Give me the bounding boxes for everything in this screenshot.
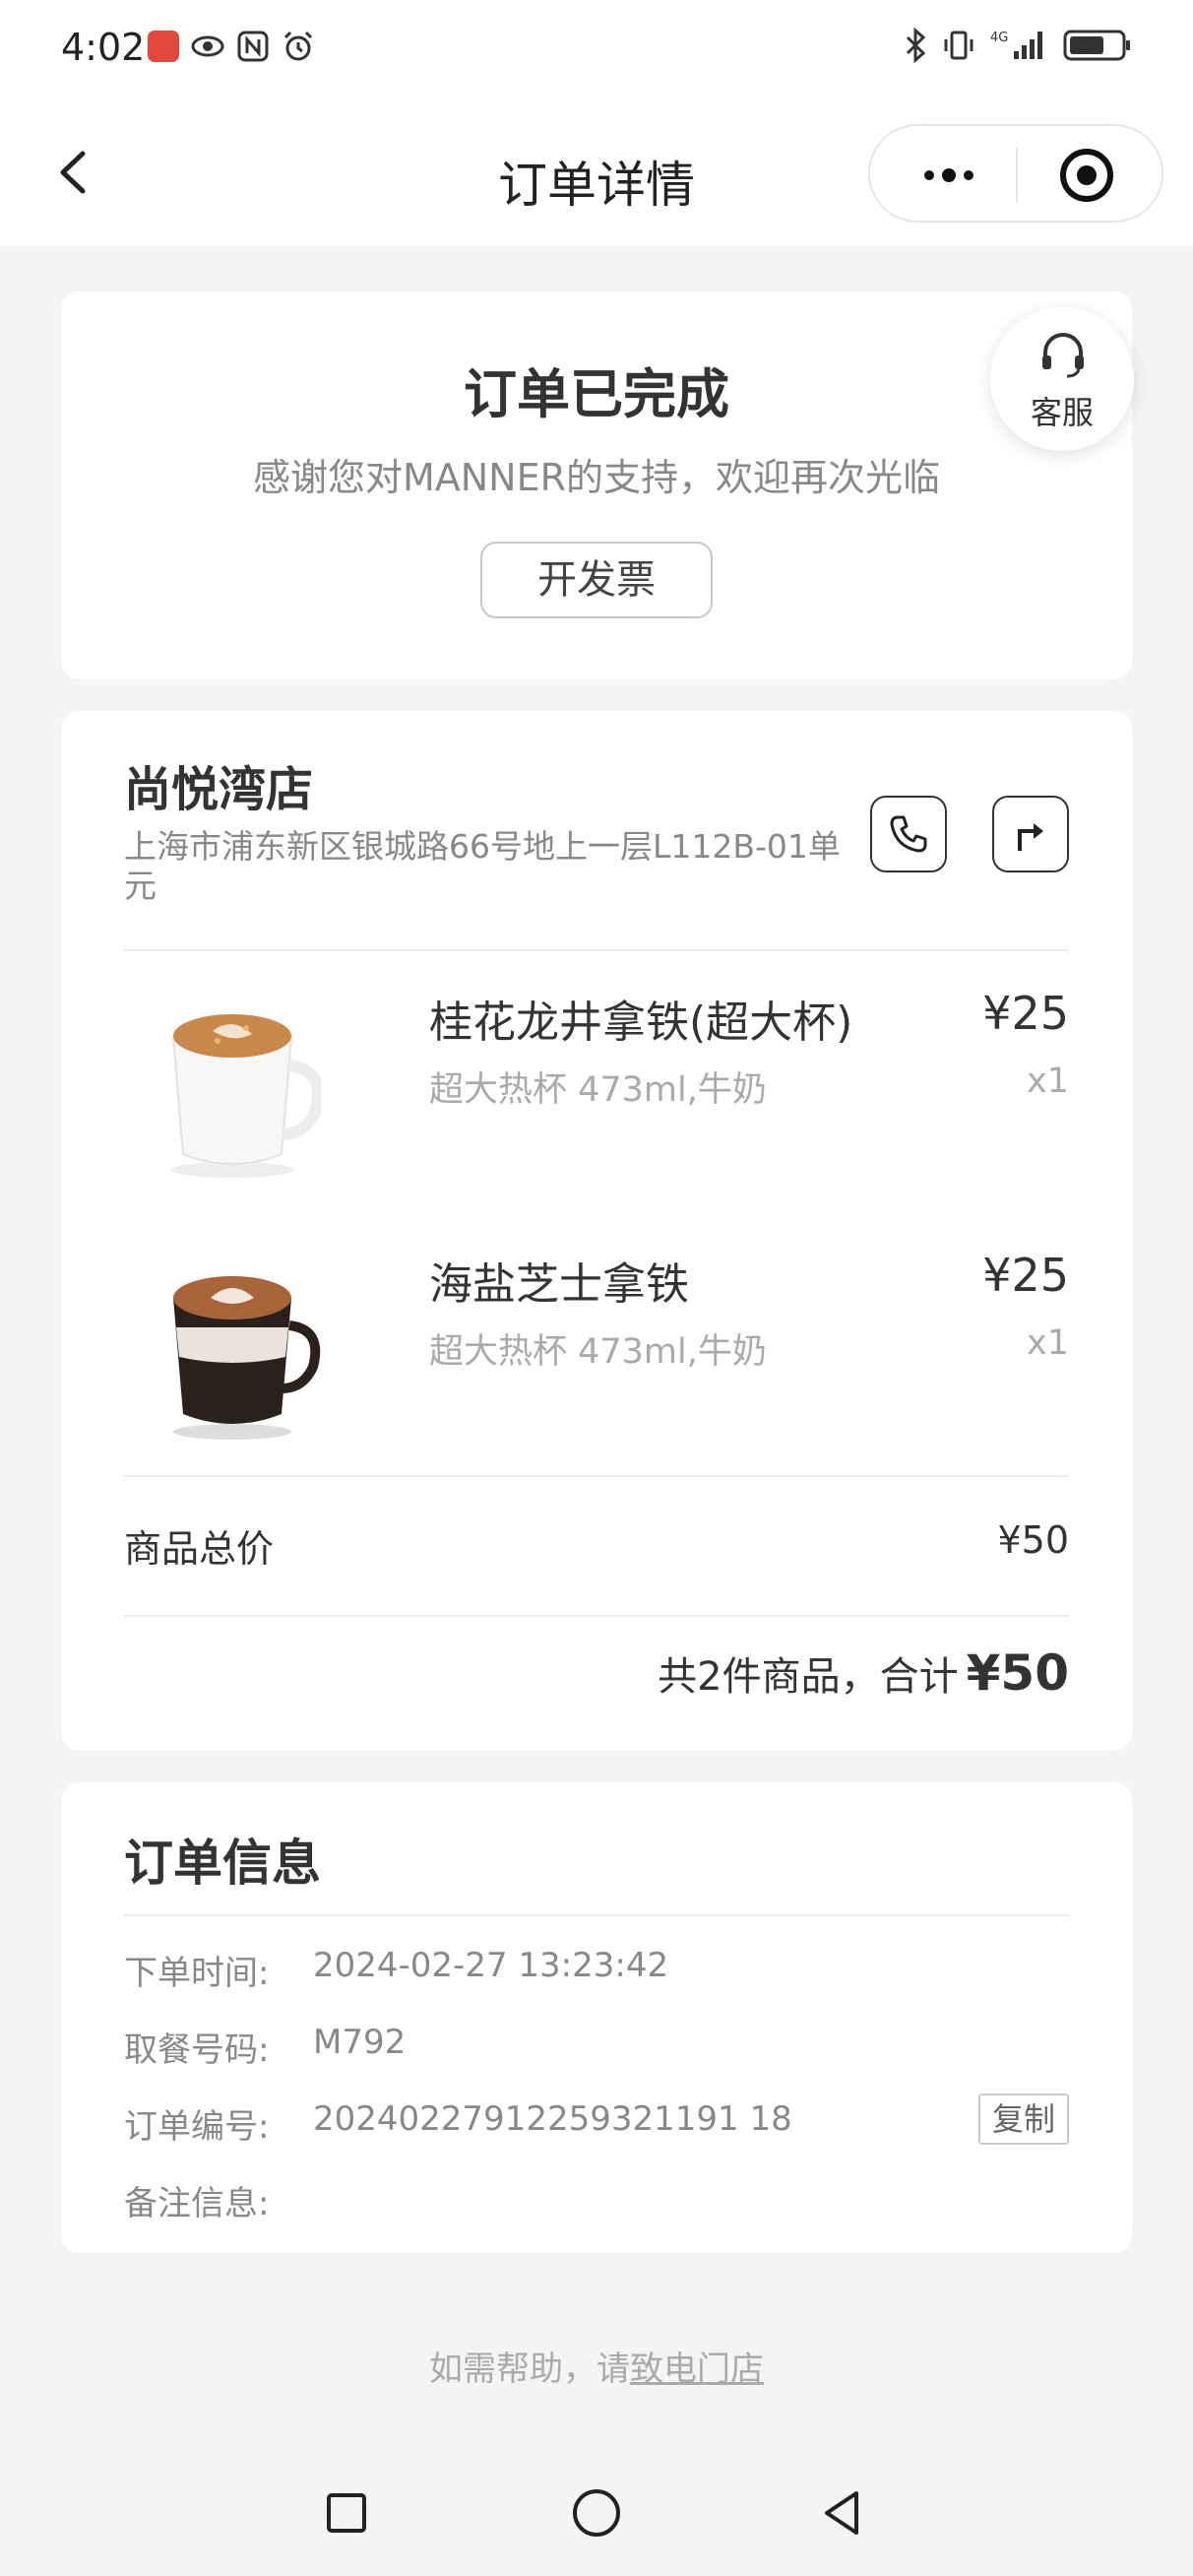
product-qty: x1 — [1027, 1062, 1069, 1101]
remark-row: 备注信息: — [124, 2176, 1069, 2225]
svg-text:4G: 4G — [990, 31, 1008, 45]
product-item: 桂花龙井拿铁(超大杯) 超大热杯 473ml,牛奶 ¥25 x1 — [124, 987, 1069, 1184]
capsule-divider — [1016, 148, 1018, 203]
product-qty: x1 — [1027, 1323, 1069, 1363]
home-icon[interactable] — [565, 2481, 628, 2544]
signal-4g-icon: 4G — [990, 31, 1042, 59]
target-circle-icon[interactable] — [1057, 146, 1116, 205]
order-status-card: 订单已完成 感谢您对MANNER的支持，欢迎再次光临 开发票 — [61, 291, 1132, 679]
more-dots-icon[interactable] — [910, 146, 988, 205]
order-info-title: 订单信息 — [124, 1835, 321, 1892]
osmanthus-latte-cup-image — [171, 1014, 321, 1178]
customer-service-label: 客服 — [1030, 394, 1094, 431]
bluetooth-icon — [906, 28, 926, 63]
sea-salt-latte-cup-image — [173, 1276, 321, 1440]
order-number-row: 订单编号: 20240227912259321191 18 复制 — [124, 2093, 1069, 2149]
customer-service-button[interactable]: 客服 — [990, 307, 1134, 451]
product-price: ¥25 — [982, 1249, 1069, 1302]
pickup-number-value: M792 — [313, 2023, 407, 2062]
order-detail-page: 4:02 4G 订单详情 订单已完成 感谢您对MANNER的支持，欢迎再次光临 … — [0, 0, 1193, 2576]
order-number-value: 20240227912259321191 18 — [313, 2099, 792, 2139]
store-name: 尚悦湾店 — [124, 762, 314, 817]
subtotal-label: 商品总价 — [124, 1527, 275, 1571]
vibrate-icon — [944, 31, 973, 60]
info-label: 备注信息: — [124, 2184, 270, 2223]
status-left-icons — [148, 30, 315, 63]
product-spec: 超大热杯 473ml,牛奶 — [429, 1332, 767, 1372]
notification-badge-icon — [148, 31, 179, 62]
nfc-icon — [237, 31, 269, 62]
order-info-card: 订单信息 下单时间: 2024-02-27 13:23:42 取餐号码: M79… — [61, 1782, 1132, 2253]
alarm-icon — [283, 31, 313, 61]
product-name: 海盐芝士拿铁 — [429, 1259, 689, 1310]
product-spec: 超大热杯 473ml,牛奶 — [429, 1070, 767, 1110]
help-line: 如需帮助，请致电门店 — [0, 2342, 1193, 2390]
order-time-row: 下单时间: 2024-02-27 13:23:42 — [124, 1946, 1069, 1995]
product-price: ¥25 — [982, 987, 1069, 1040]
eye-icon — [191, 35, 224, 57]
headset-icon — [1042, 333, 1084, 378]
info-label: 下单时间: — [124, 1954, 270, 1993]
mini-program-capsule — [868, 124, 1163, 223]
order-info-divider — [124, 1914, 1069, 1916]
navigate-icon — [1018, 823, 1043, 851]
product-item: 海盐芝士拿铁 超大热杯 473ml,牛奶 ¥25 x1 — [124, 1249, 1069, 1446]
status-bar: 4:02 4G — [0, 0, 1193, 98]
order-status-subtitle: 感谢您对MANNER的支持，欢迎再次光临 — [252, 456, 941, 499]
order-time-value: 2024-02-27 13:23:42 — [313, 1946, 669, 1985]
nav-bar: 订单详情 — [0, 98, 1193, 246]
total-amount: ¥50 — [966, 1644, 1069, 1702]
store-address: 上海市浦东新区银城路66号地上一层L112B-01单元 — [124, 827, 841, 905]
product-name: 桂花龙井拿铁(超大杯) — [429, 998, 853, 1048]
total-line: 共2件商品，合计 ¥50 — [658, 1644, 1069, 1702]
order-status-title: 订单已完成 — [464, 363, 729, 425]
items-divider — [124, 1475, 1069, 1477]
status-right-icons: 4G — [904, 28, 1132, 63]
system-nav-bar — [0, 2452, 1193, 2576]
phone-icon — [890, 815, 927, 853]
battery-icon — [1063, 30, 1130, 61]
back-icon[interactable] — [813, 2481, 876, 2544]
store-divider — [124, 949, 1069, 951]
navigate-store-button[interactable] — [992, 796, 1069, 872]
order-items-card: 尚悦湾店 上海市浦东新区银城路66号地上一层L112B-01单元 桂花龙井拿铁(… — [61, 711, 1132, 1751]
total-prefix: 共2件商品，合计 — [658, 1654, 959, 1700]
call-store-link[interactable]: 致电门店 — [630, 2350, 764, 2389]
help-prefix: 如需帮助，请 — [429, 2350, 630, 2389]
subtotal-value: ¥50 — [997, 1518, 1069, 1562]
recent-apps-icon[interactable] — [315, 2481, 378, 2544]
copy-order-number-button[interactable]: 复制 — [978, 2093, 1069, 2145]
info-label: 取餐号码: — [124, 2030, 270, 2070]
info-label: 订单编号: — [124, 2107, 270, 2147]
status-time: 4:02 — [61, 26, 146, 69]
subtotal-divider — [124, 1615, 1069, 1617]
invoice-button[interactable]: 开发票 — [480, 542, 713, 618]
call-store-button[interactable] — [870, 796, 947, 872]
pickup-number-row: 取餐号码: M792 — [124, 2023, 1069, 2072]
